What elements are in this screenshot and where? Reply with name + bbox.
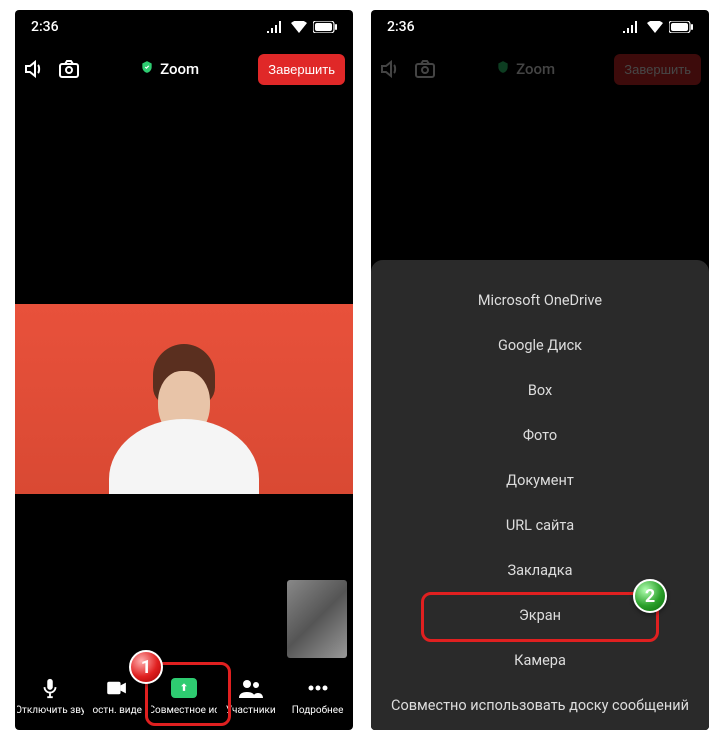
wifi-icon	[291, 21, 307, 33]
share-option-screen[interactable]: Экран	[371, 593, 709, 638]
shield-icon	[140, 60, 154, 78]
phone-screen-2: 2:36 Zoom Завершить Microsoft OneDrive G…	[371, 10, 709, 730]
signal-icon	[267, 21, 285, 33]
battery-icon	[669, 21, 693, 33]
end-meeting-button[interactable]: Завершить	[258, 54, 345, 85]
share-option-gdrive[interactable]: Google Диск	[371, 323, 709, 368]
signal-icon	[623, 21, 641, 33]
more-icon	[307, 684, 329, 692]
participants-label: Участники	[226, 705, 276, 716]
top-bar: Zoom Завершить	[15, 44, 353, 94]
share-option-photo[interactable]: Фото	[371, 413, 709, 458]
more-label: Подробнее	[292, 705, 344, 716]
speaker-icon	[379, 57, 403, 81]
share-sheet: Microsoft OneDrive Google Диск Box Фото …	[371, 260, 709, 730]
share-label: Совместное ис	[151, 705, 218, 716]
video-button[interactable]: остн. виде	[84, 675, 151, 716]
end-meeting-button: Завершить	[614, 54, 701, 85]
more-button[interactable]: Подробнее	[284, 675, 351, 716]
title-text: Zoom	[160, 60, 199, 78]
top-bar: Zoom Завершить	[371, 44, 709, 94]
share-upload-icon	[171, 678, 197, 698]
video-icon	[106, 680, 128, 696]
camera-switch-icon	[413, 57, 437, 81]
shield-icon	[496, 60, 510, 78]
status-icons	[623, 21, 693, 33]
camera-switch-icon[interactable]	[57, 57, 81, 81]
mute-label: Отключить зву	[17, 705, 84, 716]
video-area	[15, 94, 353, 660]
mic-icon	[39, 677, 61, 699]
participants-icon	[239, 678, 263, 698]
share-option-bookmark[interactable]: Закладка	[371, 548, 709, 593]
video-label: остн. виде	[92, 705, 141, 716]
phone-screen-1: 2:36 Zoom Завершить Отк	[15, 10, 353, 730]
share-option-onedrive[interactable]: Microsoft OneDrive	[371, 278, 709, 323]
mute-button[interactable]: Отключить зву	[17, 675, 84, 716]
status-bar: 2:36	[371, 10, 709, 44]
main-video	[15, 304, 353, 494]
share-option-whiteboard[interactable]: Совместно использовать доску сообщений	[371, 683, 709, 728]
share-button[interactable]: Совместное ис	[151, 675, 218, 716]
self-view-pip[interactable]	[287, 580, 347, 658]
title-text: Zoom	[516, 60, 555, 78]
participants-button[interactable]: Участники	[217, 675, 284, 716]
meeting-title: Zoom	[91, 60, 248, 78]
status-icons	[267, 21, 337, 33]
share-option-document[interactable]: Документ	[371, 458, 709, 503]
speaker-icon[interactable]	[23, 57, 47, 81]
status-time: 2:36	[387, 19, 415, 35]
bottom-toolbar: Отключить зву остн. виде Совместное ис У…	[15, 660, 353, 730]
share-option-box[interactable]: Box	[371, 368, 709, 413]
share-option-url[interactable]: URL сайта	[371, 503, 709, 548]
status-bar: 2:36	[15, 10, 353, 44]
wifi-icon	[647, 21, 663, 33]
status-time: 2:36	[31, 19, 59, 35]
battery-icon	[313, 21, 337, 33]
meeting-title: Zoom	[447, 60, 604, 78]
share-option-camera[interactable]: Камера	[371, 638, 709, 683]
